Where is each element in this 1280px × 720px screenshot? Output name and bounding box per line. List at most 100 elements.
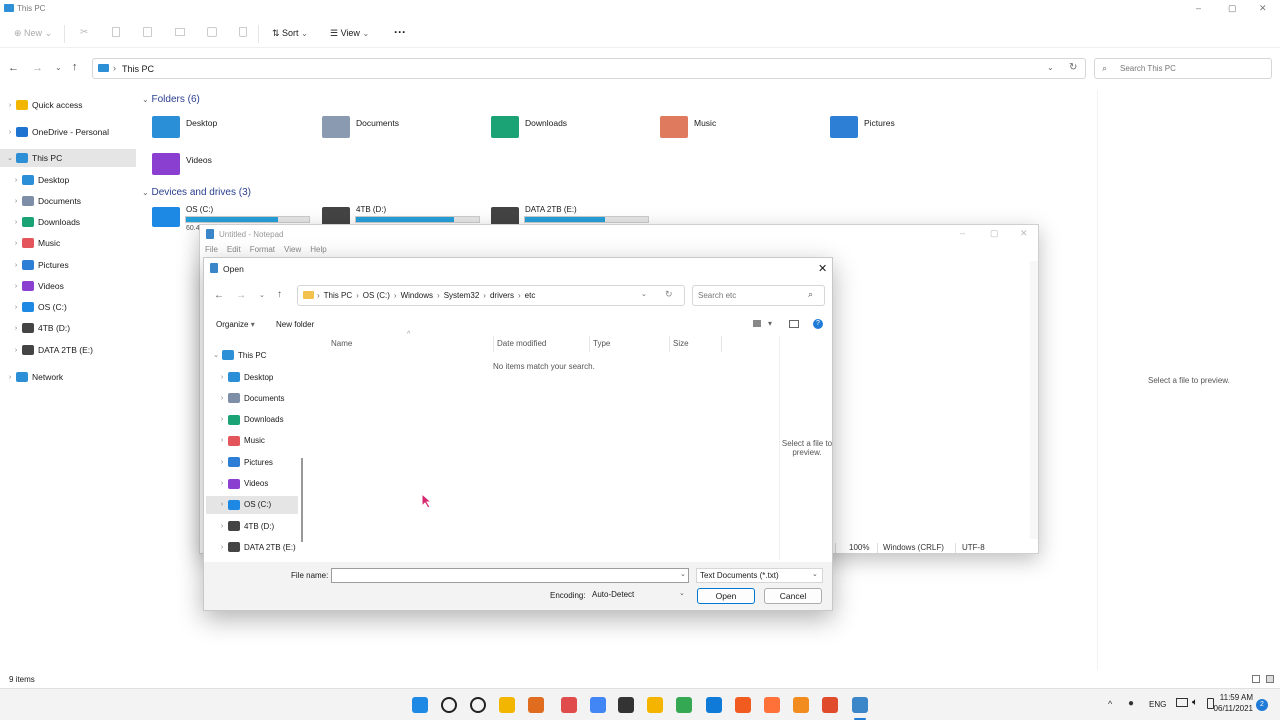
cut-icon[interactable]: ✂ (80, 27, 88, 38)
up-arrow-icon[interactable]: ↑ (277, 289, 282, 300)
close-button[interactable]: ✕ (1259, 3, 1267, 14)
notepad-menu-item[interactable]: File (205, 245, 218, 254)
chevron-right-icon[interactable]: › (216, 395, 228, 402)
task-view-icon[interactable] (470, 697, 486, 713)
search-box[interactable]: ⌕ Search This PC (1094, 58, 1272, 79)
breadcrumb-item[interactable]: etc (525, 291, 536, 300)
chevron-right-icon[interactable]: › (4, 129, 16, 136)
sidebar-item[interactable]: › Network (0, 368, 136, 386)
drives-section-header[interactable]: ⌄ Devices and drives (3) (142, 187, 251, 198)
dialog-tree-item[interactable]: › OS (C:) (206, 495, 298, 514)
chevron-right-icon[interactable]: › (10, 177, 22, 184)
network-icon[interactable] (1176, 698, 1188, 707)
terminal-icon[interactable] (618, 697, 634, 713)
column-header[interactable]: Name (331, 339, 352, 348)
dialog-search-box[interactable]: Search etc ⌕ (692, 285, 825, 306)
sidebar-item[interactable]: › OS (C:) (0, 298, 136, 316)
clock-time[interactable]: 11:59 AM (1217, 693, 1253, 702)
folder-tile[interactable]: Pictures (830, 116, 895, 138)
back-arrow-icon[interactable]: ← (8, 62, 19, 74)
chevron-right-icon[interactable]: › (216, 416, 228, 423)
sidebar-item[interactable]: › 4TB (D:) (0, 319, 136, 337)
refresh-icon[interactable]: ↻ (665, 289, 673, 300)
tree-scrollbar[interactable] (301, 458, 303, 542)
address-bar[interactable]: › This PC ⌄ ↻ (92, 58, 1086, 79)
open-button[interactable]: Open (697, 588, 755, 604)
recent-locations-icon[interactable]: ⌄ (259, 291, 265, 299)
chrome-dev-icon[interactable] (676, 697, 692, 713)
sidebar-item[interactable]: › OneDrive - Personal (0, 123, 136, 141)
notepad-menu-item[interactable]: Format (250, 245, 275, 254)
dialog-close-button[interactable]: ✕ (818, 262, 827, 275)
minimize-button[interactable]: – (1196, 3, 1201, 13)
chevron-right-icon[interactable]: › (4, 374, 16, 381)
breadcrumb-item[interactable]: System32 (444, 291, 480, 300)
notepad-close-button[interactable]: ✕ (1020, 228, 1028, 239)
chrome-badge-icon[interactable] (561, 697, 577, 713)
file-type-select[interactable]: Text Documents (*.txt) ⌄ (696, 568, 823, 583)
refresh-icon[interactable]: ↻ (1069, 62, 1077, 73)
address-dropdown-icon[interactable]: ⌄ (641, 290, 647, 298)
paste-icon[interactable] (143, 27, 152, 37)
chevron-right-icon[interactable]: › (10, 219, 22, 226)
app-icon[interactable] (793, 697, 809, 713)
change-view-icon[interactable] (753, 320, 761, 327)
chevron-right-icon[interactable]: › (216, 544, 228, 551)
sidebar-item[interactable]: › Documents (0, 192, 136, 210)
chrome-canary-icon[interactable] (647, 697, 663, 713)
breadcrumb-item[interactable]: This PC (324, 291, 352, 300)
breadcrumb-item[interactable]: OS (C:) (363, 291, 390, 300)
share-icon[interactable] (207, 27, 217, 37)
file-explorer-icon[interactable] (499, 697, 515, 713)
chevron-right-icon[interactable]: › (216, 501, 228, 508)
forward-arrow-icon[interactable]: → (32, 62, 43, 74)
dialog-tree-item[interactable]: ⌄ This PC (206, 346, 298, 364)
breadcrumb-item[interactable]: drivers (490, 291, 514, 300)
forward-arrow-icon[interactable]: → (236, 290, 246, 301)
dialog-tree-item[interactable]: › DATA 2TB (E:) (206, 538, 298, 556)
dialog-tree-item[interactable]: › Pictures (206, 453, 298, 471)
clock-date[interactable]: 06/11/2021 (1213, 704, 1253, 713)
file-name-input[interactable]: ⌄ (331, 568, 689, 583)
chevron-right-icon[interactable]: › (216, 523, 228, 530)
dialog-tree-item[interactable]: › Desktop (206, 368, 298, 386)
snipping-tool-icon[interactable] (528, 697, 544, 713)
preview-pane-toggle-icon[interactable] (789, 320, 799, 328)
column-header[interactable]: Size (673, 339, 689, 348)
details-view-icon[interactable] (1252, 675, 1260, 683)
notepad-maximize-button[interactable]: ▢ (990, 228, 999, 239)
new-folder-button[interactable]: New folder (276, 320, 314, 329)
volume-icon[interactable]: 🔈︎ (1192, 697, 1198, 708)
sidebar-item[interactable]: › Downloads (0, 213, 136, 231)
back-arrow-icon[interactable]: ← (214, 290, 224, 301)
chevron-right-icon[interactable]: › (4, 102, 16, 109)
sidebar-item[interactable]: ⌄ This PC (0, 149, 136, 167)
encoding-select[interactable]: Auto-Detect ⌄ (589, 588, 689, 603)
new-button[interactable]: ⊕ New ⌄ (14, 28, 52, 39)
file-name-dropdown-icon[interactable]: ⌄ (680, 570, 686, 578)
firefox-icon[interactable] (764, 697, 780, 713)
notepad-scrollbar[interactable] (1030, 261, 1038, 539)
language-indicator[interactable]: ENG (1149, 700, 1166, 709)
column-header[interactable]: Date modified (497, 339, 546, 348)
dialog-address-bar[interactable]: › This PC › OS (C:) › Windows › System32 › driver… (297, 285, 685, 306)
breadcrumb-item[interactable]: Windows (401, 291, 433, 300)
sort-button[interactable]: ⇅ Sort ⌄ (272, 28, 308, 39)
app-red-icon[interactable] (822, 697, 838, 713)
notepad-menu-item[interactable]: Help (310, 245, 326, 254)
maximize-button[interactable]: ▢ (1228, 3, 1237, 14)
search-icon[interactable] (441, 697, 457, 713)
folders-section-header[interactable]: ⌄ Folders (6) (142, 94, 200, 105)
chevron-right-icon[interactable]: › (10, 304, 22, 311)
notepad-minimize-button[interactable]: – (960, 228, 965, 238)
chevron-right-icon[interactable]: › (10, 283, 22, 290)
chevron-right-icon[interactable]: › (10, 325, 22, 332)
chevron-right-icon[interactable]: › (10, 240, 22, 247)
notepad-icon[interactable] (852, 697, 868, 713)
copy-icon[interactable] (112, 27, 120, 37)
chevron-right-icon[interactable]: › (216, 459, 228, 466)
sidebar-item[interactable]: › Quick access (0, 96, 136, 114)
dialog-tree-item[interactable]: › 4TB (D:) (206, 517, 298, 535)
folder-tile[interactable]: Music (660, 116, 716, 138)
chevron-right-icon[interactable]: › (216, 480, 228, 487)
